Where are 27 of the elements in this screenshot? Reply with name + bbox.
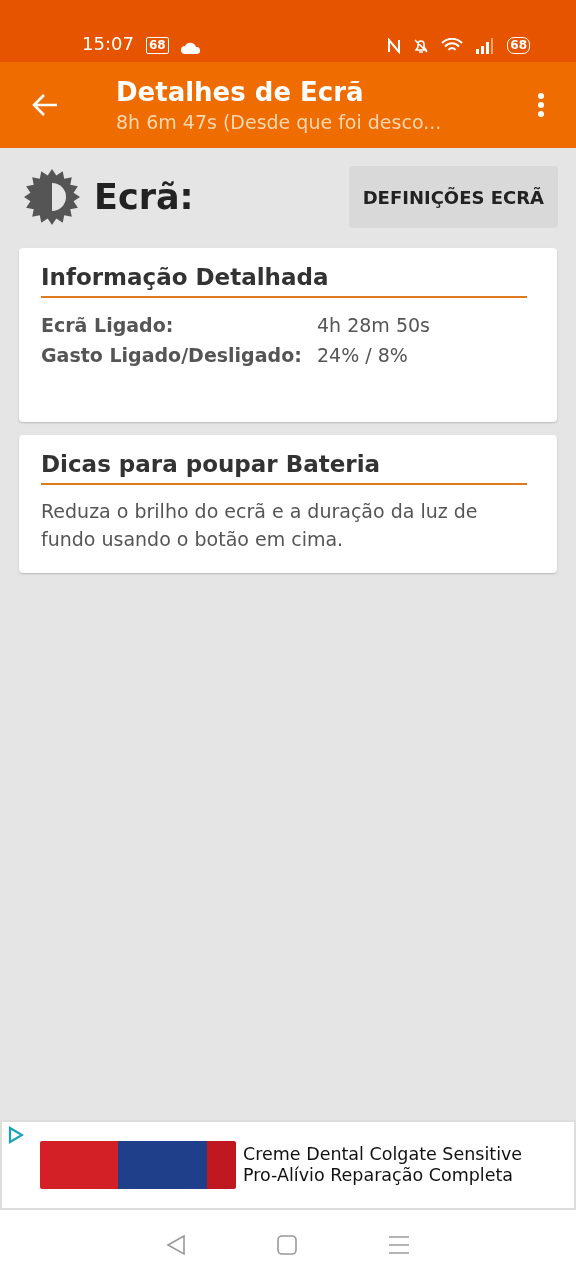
nfc-icon (387, 38, 402, 54)
brightness-icon (24, 169, 80, 225)
info-value: 4h 28m 50s (317, 313, 430, 338)
signal-icon (475, 38, 496, 54)
bell-off-icon (413, 38, 430, 54)
back-arrow-icon (31, 93, 59, 117)
section-title: Ecrã: (94, 177, 195, 217)
notification-badge: 68 (145, 37, 169, 54)
ad-text: Creme Dental Colgate Sensitive Pro-Alívio Reparação Completa (243, 1144, 524, 1186)
info-value: 24% / 8% (317, 343, 408, 368)
info-label: Ecrã Ligado: (41, 313, 175, 338)
screen-title: Detalhes de Ecrã (116, 77, 365, 107)
screen-subtitle: 8h 6m 47s (Desde que foi desco... (116, 111, 443, 133)
more-icon (537, 92, 545, 118)
cloud-icon (180, 42, 201, 54)
status-time: 15:07 (82, 33, 134, 54)
battery-indicator: 68 (507, 37, 530, 54)
menu-nav-icon[interactable] (388, 1235, 411, 1255)
back-nav-icon[interactable] (165, 1234, 186, 1256)
ad-banner[interactable]: Creme Dental Colgate Sensitive Pro-Alívio Reparação Completa (0, 1120, 576, 1210)
info-label: Gasto Ligado/Desligado: (41, 343, 303, 368)
settings-button[interactable]: DEFINIÇÕES ECRÃ (348, 166, 558, 228)
home-nav-icon[interactable] (277, 1235, 297, 1255)
tip-text: Reduza o brilho do ecrã e a duração da luz de fundo usando o botão em cima. (41, 499, 479, 552)
card-title: Dicas para poupar Bateria (41, 451, 527, 485)
ad-choices-icon (8, 1126, 24, 1144)
card-title: Informação Detalhada (41, 264, 527, 298)
